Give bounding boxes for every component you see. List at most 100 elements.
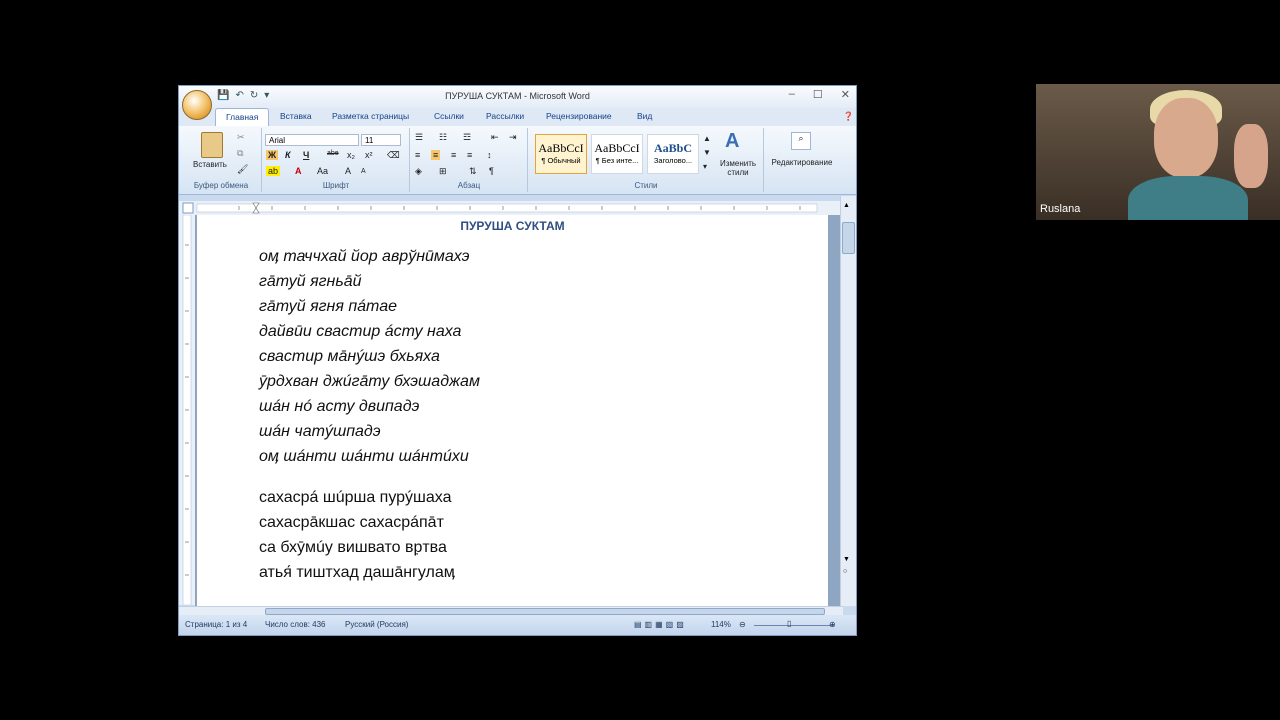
verse-line: сваcтир мāнýшэ бхьяха	[259, 348, 440, 365]
sort-icon[interactable]: ⇅	[469, 166, 477, 177]
cut-icon[interactable]: ✂	[237, 132, 245, 143]
help-icon[interactable]: ❓	[843, 111, 854, 122]
binoculars-icon[interactable]: ⌕	[791, 132, 811, 150]
style-normal-preview: AaBbCcI	[538, 141, 584, 155]
underline-button[interactable]: Ч	[303, 150, 309, 160]
participant-hand	[1234, 124, 1268, 188]
superscript-button[interactable]: x²	[365, 150, 373, 160]
vertical-scrollbar[interactable]: ▲ ▼ ○	[840, 196, 856, 606]
numbering-icon[interactable]: ☷	[439, 132, 447, 143]
change-styles-button[interactable]: Изменить стили	[715, 159, 761, 177]
style-heading[interactable]: AaBbC Заголово...	[647, 134, 699, 174]
align-left-icon[interactable]: ≡	[415, 150, 420, 160]
increase-indent-icon[interactable]: ⇥	[509, 132, 517, 143]
decrease-indent-icon[interactable]: ⇤	[491, 132, 499, 143]
redo-icon[interactable]: ↻	[250, 90, 258, 101]
paragraph-group-label: Абзац	[457, 181, 481, 190]
shading-icon[interactable]: ◈	[415, 166, 422, 177]
show-marks-icon[interactable]: ¶	[489, 166, 494, 176]
font-size-select[interactable]: 11	[361, 134, 401, 146]
participant-body	[1128, 176, 1248, 220]
font-color-icon[interactable]: A	[295, 166, 302, 176]
subscript-button[interactable]: x₂	[347, 150, 355, 160]
bold-button[interactable]: Ж	[266, 150, 279, 160]
align-center-icon[interactable]: ≡	[431, 150, 441, 160]
participant-name: Ruslana	[1040, 203, 1081, 215]
verse-line: шáн нó асту двипадэ	[259, 398, 420, 415]
styles-scroll-up-icon[interactable]: ▲	[703, 134, 711, 143]
scroll-down-icon[interactable]: ▼	[843, 556, 850, 563]
strikethrough-button[interactable]: abe	[327, 150, 339, 157]
copy-icon[interactable]: ⧉	[237, 148, 243, 159]
select-browse-object-icon[interactable]: ○	[843, 568, 847, 575]
change-case-icon[interactable]: Aa	[317, 166, 328, 176]
ribbon: Вставить ✂ ⧉ 🖌 Буфер обмена Arial 11 Ж К…	[179, 126, 856, 195]
zoom-out-icon[interactable]: ⊖	[739, 620, 746, 629]
line-spacing-icon[interactable]: ↕	[487, 150, 492, 160]
vertical-ruler[interactable]	[179, 215, 196, 605]
shrink-font-icon[interactable]: A	[361, 168, 366, 175]
office-button[interactable]	[182, 90, 212, 120]
scroll-up-icon[interactable]: ▲	[843, 202, 850, 209]
language-indicator[interactable]: Русский (Россия)	[345, 620, 408, 629]
styles-more-icon[interactable]: ▾	[703, 162, 707, 171]
align-right-icon[interactable]: ≡	[451, 150, 456, 160]
ribbon-tabs: Главная Вставка Разметка страницы Ссылки…	[179, 108, 856, 126]
font-name-select[interactable]: Arial	[265, 134, 359, 146]
word-window: ПУРУША СУКТАМ - Microsoft Word 💾 ↶ ↻ ▾ –…	[178, 85, 857, 636]
zoom-level[interactable]: 114%	[711, 620, 731, 629]
verse-line: гāтуй ягня пáтае	[259, 298, 397, 315]
view-buttons[interactable]: ▤▥▦▧▨	[634, 620, 687, 629]
verse-line: сахасрá шúрша пурýшаха	[259, 489, 452, 506]
zoom-slider-thumb[interactable]: ▯	[787, 619, 791, 628]
borders-icon[interactable]: ⊞	[439, 166, 447, 177]
customize-qat-icon[interactable]: ▾	[264, 90, 269, 101]
verse-line: гāтуй ягньāй	[259, 273, 362, 290]
webcam-video: Ruslana	[1036, 84, 1280, 220]
horizontal-ruler[interactable]	[179, 201, 856, 216]
window-title: ПУРУША СУКТАМ - Microsoft Word	[445, 91, 590, 101]
word-count[interactable]: Число слов: 436	[265, 620, 325, 629]
paste-button[interactable]: Вставить	[193, 160, 227, 169]
vertical-scroll-thumb[interactable]	[842, 222, 855, 254]
font-group: Arial 11 Ж К Ч abe x₂ x² ⌫ ab A Aa A A Ш…	[263, 128, 410, 192]
tab-page-layout[interactable]: Разметка страницы	[332, 111, 409, 121]
multilevel-list-icon[interactable]: ☲	[463, 132, 471, 143]
zoom-in-icon[interactable]: ⊕	[829, 620, 836, 629]
tab-insert[interactable]: Вставка	[280, 111, 312, 121]
format-painter-icon[interactable]: 🖌	[237, 164, 248, 175]
save-icon[interactable]: 💾	[217, 90, 229, 101]
verse-line: оӎ шáнти шáнти шáнтúхи	[259, 448, 469, 465]
tab-mailings[interactable]: Рассылки	[486, 111, 524, 121]
undo-icon[interactable]: ↶	[235, 90, 243, 101]
close-button[interactable]: ✕	[841, 88, 850, 101]
paragraph-group: ☰ ☷ ☲ ⇤ ⇥ ≡ ≡ ≡ ≡ ↕ ◈ ⊞ ⇅ ¶ Абзац	[411, 128, 528, 192]
editing-group: ⌕ Редактирование	[765, 128, 837, 192]
styles-scroll-down-icon[interactable]: ▼	[703, 148, 711, 157]
page-count[interactable]: Страница: 1 из 4	[185, 620, 247, 629]
grow-font-icon[interactable]: A	[345, 166, 351, 176]
zoom-slider[interactable]	[754, 625, 834, 626]
bullets-icon[interactable]: ☰	[415, 132, 423, 143]
style-normal[interactable]: AaBbCcI ¶ Обычный	[535, 134, 587, 174]
tab-home[interactable]: Главная	[215, 108, 270, 126]
justify-icon[interactable]: ≡	[467, 150, 472, 160]
paste-icon[interactable]	[201, 132, 223, 158]
tab-review[interactable]: Рецензирование	[546, 111, 612, 121]
style-heading-name: Заголово...	[653, 156, 693, 165]
italic-button[interactable]: К	[285, 150, 291, 160]
tab-references[interactable]: Ссылки	[434, 111, 464, 121]
style-no-spacing-preview: AaBbCcI	[594, 141, 640, 155]
horizontal-scroll-thumb[interactable]	[265, 608, 825, 615]
tab-view[interactable]: Вид	[637, 111, 652, 121]
minimize-button[interactable]: –	[789, 88, 795, 101]
maximize-button[interactable]: ☐	[813, 88, 823, 101]
participant-face	[1154, 98, 1218, 178]
change-styles-icon[interactable]: A	[725, 130, 739, 153]
highlight-icon[interactable]: ab	[266, 166, 281, 176]
editing-button[interactable]: Редактирование	[767, 158, 837, 167]
style-no-spacing[interactable]: AaBbCcI ¶ Без инте...	[591, 134, 643, 174]
clear-format-icon[interactable]: ⌫	[387, 150, 400, 161]
document-page[interactable]: ПУРУША СУКТАМ оӎ таччхай йор аврўнӣмахэ …	[197, 215, 828, 606]
window-controls: – ☐ ✕	[789, 88, 850, 101]
